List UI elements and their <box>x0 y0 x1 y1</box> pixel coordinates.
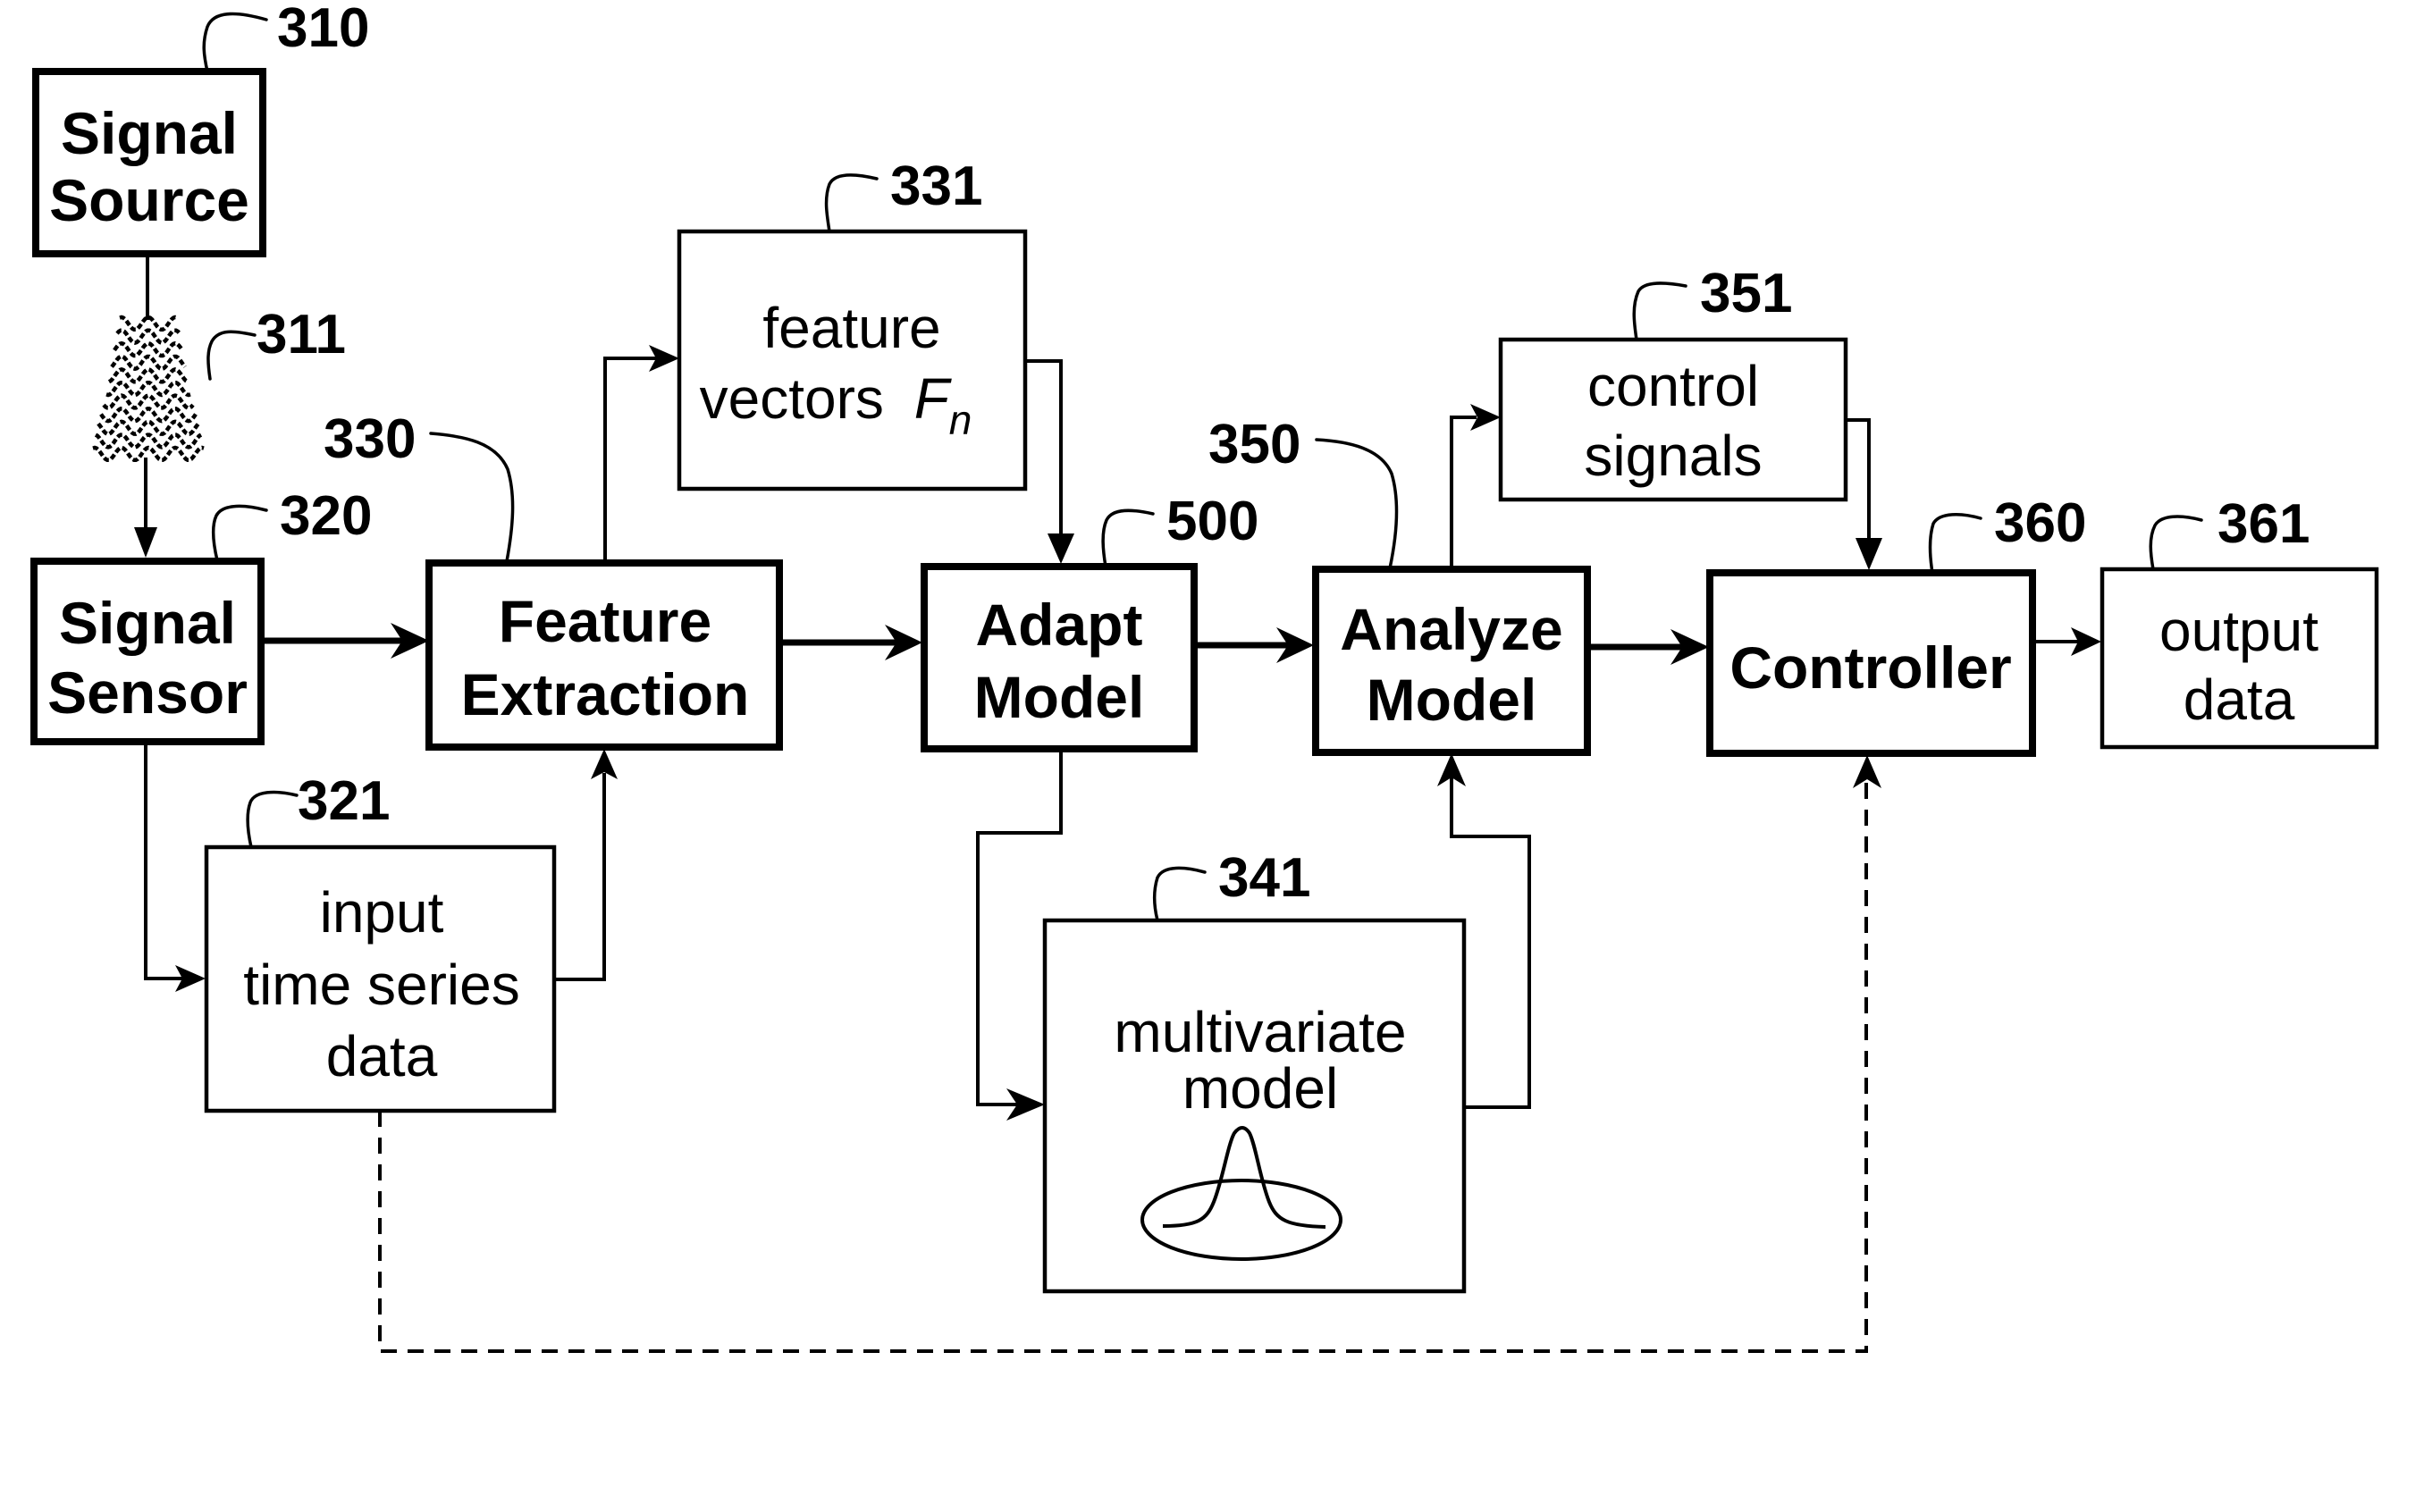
leader-321 <box>246 790 299 849</box>
leader-351 <box>1632 281 1687 341</box>
ref-numeral-330: 330 <box>324 408 416 470</box>
ref-numeral-310: 310 <box>277 0 369 59</box>
controller-block[interactable]: Controller <box>1706 569 2036 757</box>
input-data-label-line1: input <box>320 880 444 945</box>
connector-sensor-to-input-data <box>144 743 183 980</box>
signal-sensor-label-line2: Sensor <box>47 659 248 726</box>
wave-row <box>113 340 184 358</box>
wave-row <box>94 433 203 449</box>
output-data-block[interactable]: output data <box>2100 567 2379 750</box>
signal-sensor-block[interactable]: Signal Sensor <box>30 558 265 745</box>
signal-wave-icon <box>92 315 205 463</box>
input-data-label-line2: time series <box>243 953 519 1017</box>
feature-vectors-word: vectors <box>700 366 884 431</box>
connector-feature-vectors-to-adapt-model <box>1025 359 1063 541</box>
connector-analyze-model-to-control-signals <box>1450 416 1477 568</box>
analyze-model-label-line2: Model <box>1367 667 1537 733</box>
signal-source-block[interactable]: Signal Source <box>32 68 266 257</box>
ref-numeral-311: 311 <box>257 304 346 365</box>
leader-330 <box>429 432 515 563</box>
connector-feature-extraction-to-feature-vectors <box>603 357 657 560</box>
multivariate-model-block[interactable]: multivariate model <box>1042 918 1467 1294</box>
leader-320 <box>211 504 268 562</box>
leader-350 <box>1315 438 1399 570</box>
reference-leaders <box>202 12 2203 922</box>
leader-361 <box>2149 515 2203 571</box>
arrowhead-down-icon <box>1048 533 1074 564</box>
arrowhead-down-icon <box>1856 538 1882 570</box>
block-diagram: Signal Source Signal Sensor input time s… <box>30 0 2379 1353</box>
leader-341 <box>1152 866 1207 922</box>
wave-row <box>92 445 205 463</box>
signal-source-label-line2: Source <box>49 167 249 233</box>
adapt-model-label-line2: Model <box>974 664 1145 730</box>
ref-numeral-331: 331 <box>890 155 982 217</box>
leader-310 <box>202 12 268 73</box>
wave-row <box>97 419 200 436</box>
ref-numeral-321: 321 <box>298 770 390 832</box>
leader-360 <box>1928 513 1982 575</box>
ref-numeral-341: 341 <box>1218 847 1310 909</box>
leader-500 <box>1101 508 1155 568</box>
ref-numeral-351: 351 <box>1700 263 1792 324</box>
leader-331 <box>824 173 879 233</box>
control-signals-label-line1: control <box>1587 354 1759 418</box>
control-signals-block[interactable]: control signals <box>1498 337 1848 502</box>
connector-input-data-to-feature-extraction <box>554 773 606 981</box>
feature-extraction-block[interactable]: Feature Extraction <box>425 559 783 751</box>
signal-source-label-line1: Signal <box>61 100 238 166</box>
wave-row <box>107 367 189 384</box>
adapt-model-block[interactable]: Adapt Model <box>921 563 1198 752</box>
ref-numeral-350: 350 <box>1208 414 1300 475</box>
feature-vectors-subscript: n <box>949 397 972 443</box>
signal-sensor-label-line1: Signal <box>59 590 236 656</box>
wave-row <box>105 380 191 398</box>
analyze-model-label-line1: Analyze <box>1340 596 1562 662</box>
input-time-series-data-block[interactable]: input time series data <box>204 844 557 1113</box>
controller-label: Controller <box>1729 634 2011 701</box>
reference-numerals: 310 311 320 321 330 331 500 341 350 351 … <box>257 0 2310 909</box>
connector-control-signals-to-controller <box>1846 418 1871 545</box>
analyze-model-block[interactable]: Analyze Model <box>1312 566 1591 756</box>
wave-row <box>110 354 187 372</box>
feature-vectors-block[interactable]: feature vectors Fn <box>677 229 1028 491</box>
ref-numeral-500: 500 <box>1166 491 1258 552</box>
ref-numeral-360: 360 <box>1994 492 2086 554</box>
leader-311 <box>206 330 257 381</box>
feature-vectors-symbol: F <box>914 366 953 431</box>
output-data-label-line2: data <box>2184 668 2295 732</box>
feature-vectors-label-line1: feature <box>762 296 940 360</box>
feature-extraction-label-line2: Extraction <box>461 661 750 727</box>
wave-row <box>115 328 181 345</box>
feature-extraction-label-line1: Feature <box>499 588 711 654</box>
arrowhead-down-icon <box>134 527 157 558</box>
input-data-label-line3: data <box>326 1024 438 1088</box>
adapt-model-label-line1: Adapt <box>976 592 1143 658</box>
wave-row <box>102 393 195 410</box>
multivariate-model-label-line1: multivariate <box>1114 1000 1406 1064</box>
multivariate-model-label-line2: model <box>1182 1056 1338 1121</box>
ref-numeral-361: 361 <box>2217 493 2310 555</box>
output-data-label-line1: output <box>2159 599 2318 663</box>
control-signals-label-line2: signals <box>1584 424 1762 488</box>
ref-numeral-320: 320 <box>280 485 372 547</box>
wave-row <box>99 407 198 424</box>
